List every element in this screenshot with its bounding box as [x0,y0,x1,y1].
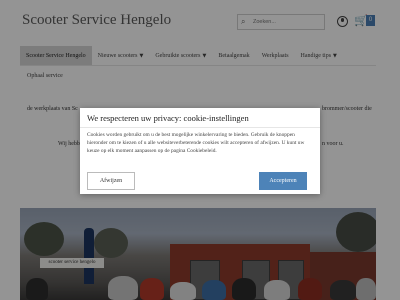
dialog-title: We respecteren uw privacy: cookie-instel… [80,108,320,128]
accept-button[interactable]: Accepteren [259,172,307,190]
decline-button[interactable]: Afwijzen [87,172,135,190]
dialog-body-text: Cookies worden gebruikt om u de best mog… [87,132,305,154]
cookie-consent-dialog: We respecteren uw privacy: cookie-instel… [80,108,320,194]
